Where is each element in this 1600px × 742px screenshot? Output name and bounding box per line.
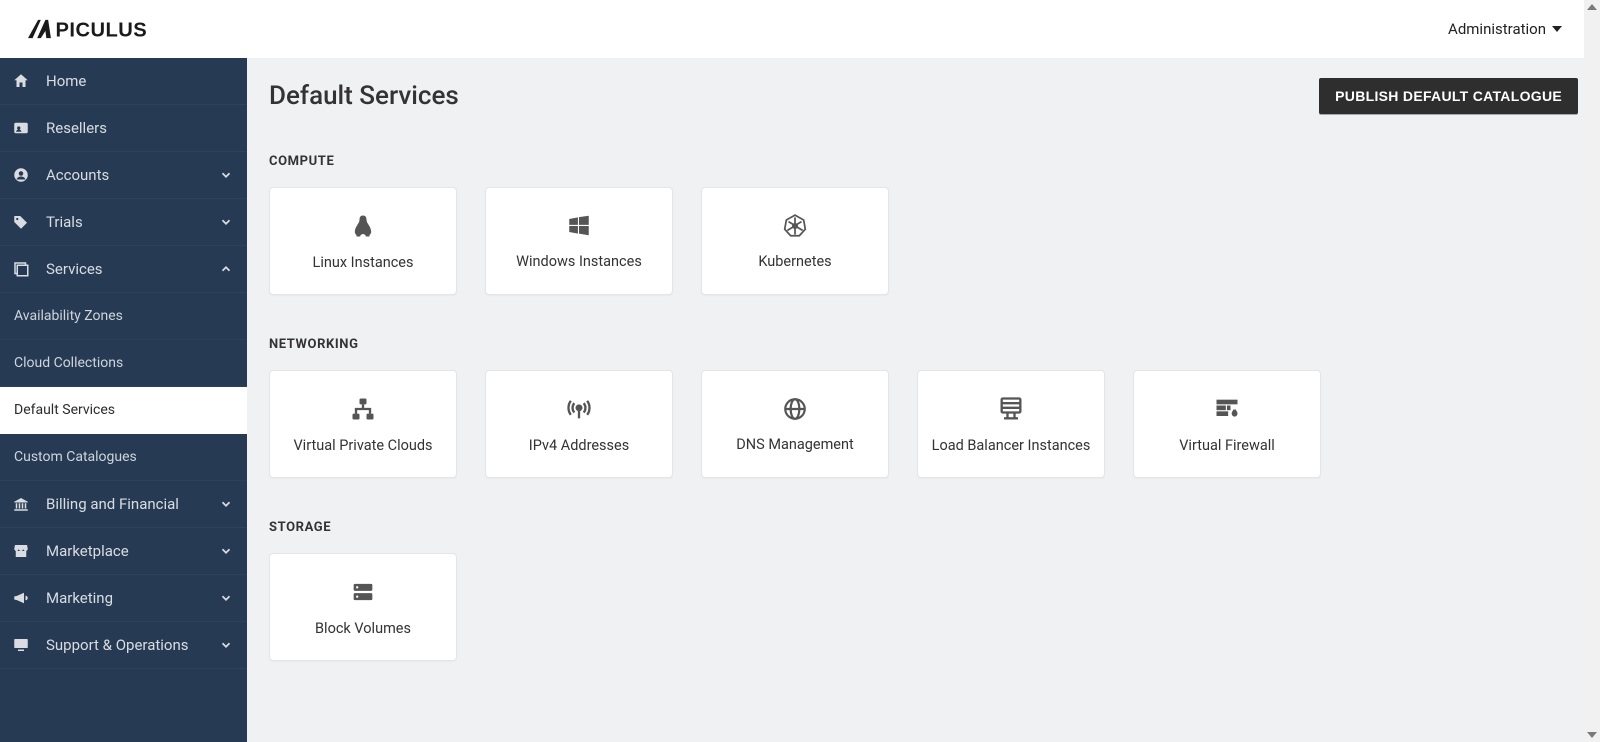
cards-networking: Virtual Private Clouds IPv4 Addresses DN…	[269, 370, 1578, 478]
card-label: Virtual Firewall	[1179, 437, 1275, 454]
card-ipv4[interactable]: IPv4 Addresses	[485, 370, 673, 478]
windows-icon	[566, 213, 592, 239]
brand-logo: PICULUS	[28, 17, 193, 41]
content-area: Default Services PUBLISH DEFAULT CATALOG…	[247, 58, 1600, 742]
card-linux-instances[interactable]: Linux Instances	[269, 187, 457, 295]
sidebar-sub-label: Custom Catalogues	[14, 449, 137, 465]
megaphone-icon	[10, 589, 32, 607]
card-label: Load Balancer Instances	[932, 437, 1091, 454]
card-label: IPv4 Addresses	[529, 437, 629, 454]
user-circle-icon	[10, 166, 32, 184]
sidebar-item-services[interactable]: Services	[0, 246, 247, 293]
firewall-icon	[1213, 395, 1241, 423]
monitor-icon	[10, 636, 32, 654]
sidebar-sub-default-services[interactable]: Default Services	[0, 387, 247, 434]
sidebar-item-label: Billing and Financial	[46, 495, 179, 513]
sidebar: Home Resellers Accounts Trials	[0, 58, 247, 742]
globe-icon	[782, 396, 808, 422]
chevron-down-icon	[219, 215, 233, 229]
admin-dropdown[interactable]: Administration	[1448, 20, 1582, 38]
section-title-storage: STORAGE	[269, 520, 1578, 535]
admin-dropdown-label: Administration	[1448, 20, 1546, 38]
sidebar-item-trials[interactable]: Trials	[0, 199, 247, 246]
chevron-down-icon	[219, 544, 233, 558]
scroll-down-icon	[1587, 732, 1597, 738]
card-firewall[interactable]: Virtual Firewall	[1133, 370, 1321, 478]
card-vpc[interactable]: Virtual Private Clouds	[269, 370, 457, 478]
section-title-networking: NETWORKING	[269, 337, 1578, 352]
broadcast-icon	[565, 395, 593, 423]
sidebar-item-label: Marketplace	[46, 542, 129, 560]
sidebar-item-label: Accounts	[46, 166, 109, 184]
sidebar-item-label: Marketing	[46, 589, 113, 607]
card-dns[interactable]: DNS Management	[701, 370, 889, 478]
cards-compute: Linux Instances Windows Instances Kubern…	[269, 187, 1578, 295]
caret-down-icon	[1552, 26, 1562, 32]
card-loadbalancer[interactable]: Load Balancer Instances	[917, 370, 1105, 478]
card-kubernetes[interactable]: Kubernetes	[701, 187, 889, 295]
bank-icon	[10, 495, 32, 513]
sidebar-item-support[interactable]: Support & Operations	[0, 622, 247, 669]
chevron-down-icon	[219, 168, 233, 182]
header: PICULUS Administration	[0, 0, 1600, 58]
sidebar-sub-label: Default Services	[14, 402, 115, 418]
chevron-down-icon	[219, 497, 233, 511]
card-label: Linux Instances	[313, 254, 414, 271]
stack-icon	[10, 260, 32, 278]
scroll-up-icon	[1587, 4, 1597, 10]
vpc-icon	[349, 395, 377, 423]
svg-text:PICULUS: PICULUS	[56, 19, 148, 41]
chevron-down-icon	[219, 638, 233, 652]
sidebar-item-marketplace[interactable]: Marketplace	[0, 528, 247, 575]
card-label: Block Volumes	[315, 620, 411, 637]
sidebar-item-accounts[interactable]: Accounts	[0, 152, 247, 199]
sidebar-item-label: Trials	[46, 213, 83, 231]
sidebar-item-label: Home	[46, 72, 86, 90]
viewport-scrollbar[interactable]	[1584, 0, 1600, 742]
card-label: Kubernetes	[758, 253, 831, 270]
card-windows-instances[interactable]: Windows Instances	[485, 187, 673, 295]
card-label: Virtual Private Clouds	[293, 437, 432, 454]
section-title-compute: COMPUTE	[269, 154, 1578, 169]
publish-button[interactable]: PUBLISH DEFAULT CATALOGUE	[1319, 78, 1578, 114]
sidebar-item-resellers[interactable]: Resellers	[0, 105, 247, 152]
chevron-down-icon	[219, 591, 233, 605]
sidebar-sub-custom-catalogues[interactable]: Custom Catalogues	[0, 434, 247, 481]
loadbalancer-icon	[997, 395, 1025, 423]
volumes-icon	[349, 578, 377, 606]
sidebar-sub-label: Availability Zones	[14, 308, 123, 324]
sidebar-item-label: Resellers	[46, 119, 107, 137]
card-label: Windows Instances	[516, 253, 642, 270]
card-label: DNS Management	[736, 436, 854, 453]
store-icon	[10, 542, 32, 560]
sidebar-item-marketing[interactable]: Marketing	[0, 575, 247, 622]
apiculus-logo-icon: PICULUS	[28, 17, 193, 41]
cards-storage: Block Volumes	[269, 553, 1578, 661]
sidebar-sub-cloud-collections[interactable]: Cloud Collections	[0, 340, 247, 387]
page-title: Default Services	[269, 81, 459, 111]
sidebar-sub-availability-zones[interactable]: Availability Zones	[0, 293, 247, 340]
sidebar-sub-label: Cloud Collections	[14, 355, 123, 371]
chevron-up-icon	[219, 262, 233, 276]
sidebar-item-label: Support & Operations	[46, 636, 189, 654]
sidebar-item-billing[interactable]: Billing and Financial	[0, 481, 247, 528]
linux-icon	[349, 212, 377, 240]
sidebar-item-label: Services	[46, 260, 103, 278]
kubernetes-icon	[782, 213, 808, 239]
tag-icon	[10, 213, 32, 231]
badge-icon	[10, 119, 32, 137]
home-icon	[10, 72, 32, 90]
sidebar-item-home[interactable]: Home	[0, 58, 247, 105]
card-block-volumes[interactable]: Block Volumes	[269, 553, 457, 661]
